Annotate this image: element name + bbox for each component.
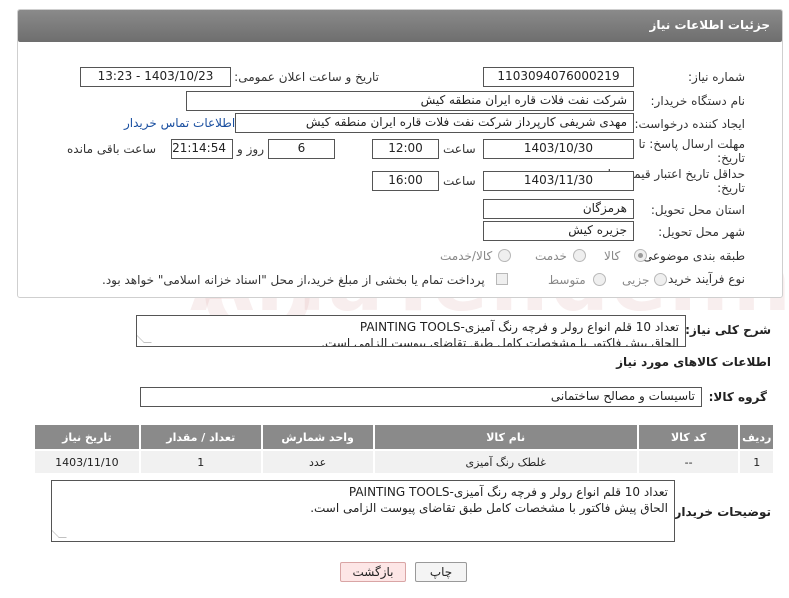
requester-label: ایجاد کننده درخواست: xyxy=(634,117,745,131)
general-description-line2: الحاق پیش فاکتور با مشخصات کامل طبق تقاض… xyxy=(321,336,679,347)
need-number-field[interactable]: 1103094076000219 xyxy=(483,67,634,87)
price-validity-label-date: تاریخ: xyxy=(717,181,745,195)
items-section-title: اطلاعات کالاهای مورد نیاز xyxy=(616,355,771,369)
delivery-province-field[interactable]: هرمزگان xyxy=(483,199,634,219)
reply-deadline-label-date: تاریخ: xyxy=(717,151,745,165)
back-button[interactable]: بازگشت xyxy=(340,562,406,582)
need-number-label: شماره نیاز: xyxy=(688,70,745,84)
purchase-type-radio-medium[interactable] xyxy=(593,273,606,286)
reply-deadline-time-field[interactable]: 12:00 xyxy=(372,139,439,159)
announce-datetime-field[interactable]: 1403/10/23 - 13:23 xyxy=(80,67,231,87)
category-option-goods: کالا xyxy=(604,249,621,263)
reply-deadline-label: مهلت ارسال پاسخ: تا xyxy=(638,137,745,151)
table-row[interactable]: 1 -- غلطک رنگ آمیزی عدد 1 1403/11/10 xyxy=(33,449,775,475)
col-header-name: نام کالا xyxy=(372,423,639,451)
delivery-province-label: استان محل تحویل: xyxy=(650,203,745,217)
remaining-days-field[interactable]: 6 xyxy=(268,139,335,159)
delivery-city-field[interactable]: جزیره کیش xyxy=(483,221,634,241)
cell-row: 1 xyxy=(738,449,775,475)
purchase-type-option-minor: جزیی xyxy=(622,273,650,287)
cell-code: -- xyxy=(636,449,741,475)
print-button[interactable]: چاپ xyxy=(415,562,467,582)
general-description-line1: تعداد 10 قلم انواع رولر و فرچه رنگ آمیزی… xyxy=(359,320,679,334)
remaining-time-field[interactable]: 21:14:54 xyxy=(171,139,233,159)
buyer-contact-link[interactable]: اطلاعات تماس خریدار xyxy=(124,116,235,130)
reply-deadline-date-field[interactable]: 1403/10/30 xyxy=(483,139,634,159)
buyer-notes-label: توضیحات خریدار: xyxy=(669,505,771,519)
general-description-textarea[interactable]: تعداد 10 قلم انواع رولر و فرچه رنگ آمیزی… xyxy=(136,315,686,347)
goods-group-field[interactable]: تاسیسات و مصالح ساختمانی xyxy=(140,387,702,407)
purchase-type-label: نوع فرآیند خرید : xyxy=(660,272,745,286)
announce-datetime-label: تاریخ و ساعت اعلان عمومی: xyxy=(234,70,379,84)
treasury-note: پرداخت تمام یا بخشی از مبلغ خرید،از محل … xyxy=(102,273,485,287)
goods-group-label: گروه کالا: xyxy=(708,390,767,404)
buyer-notes-line2: الحاق پیش فاکتور با مشخصات کامل طبق تقاض… xyxy=(310,501,668,515)
purchase-type-option-medium: متوسط xyxy=(548,273,586,287)
col-header-unit: واحد شمارش xyxy=(260,423,375,451)
category-option-goods-service: کالا/خدمت xyxy=(440,249,493,263)
cell-date: 1403/11/10 xyxy=(33,449,141,475)
items-table-header: ردیف کد کالا نام کالا واحد شمارش تعداد /… xyxy=(33,423,775,451)
buyer-org-field[interactable]: شرکت نفت فلات قاره ایران منطقه کیش xyxy=(186,91,634,111)
page-title: جزئیات اطلاعات نیاز xyxy=(18,10,782,42)
category-radio-service[interactable] xyxy=(573,249,586,262)
col-header-date: تاریخ نیاز xyxy=(33,423,141,451)
reply-deadline-time-label: ساعت xyxy=(443,142,476,156)
treasury-checkbox[interactable] xyxy=(496,273,508,285)
remaining-time-label: ساعت باقی مانده xyxy=(67,142,157,156)
cell-unit: عدد xyxy=(260,449,375,475)
items-table: ردیف کد کالا نام کالا واحد شمارش تعداد /… xyxy=(33,423,775,475)
col-header-quantity: تعداد / مقدار xyxy=(138,423,263,451)
category-radio-goods-service[interactable] xyxy=(498,249,511,262)
requester-field[interactable]: مهدی شریفی کارپرداز شرکت نفت فلات قاره ا… xyxy=(235,113,634,133)
buyer-org-label: نام دستگاه خریدار: xyxy=(650,94,746,108)
price-validity-time-label: ساعت xyxy=(443,174,476,188)
cell-name: غلطک رنگ آمیزی xyxy=(372,449,639,475)
general-description-label: شرح کلی نیاز: xyxy=(685,323,771,337)
category-option-service: خدمت xyxy=(535,249,567,263)
purchase-type-radio-minor[interactable] xyxy=(654,273,667,286)
col-header-code: کد کالا xyxy=(636,423,741,451)
resize-grip-icon[interactable] xyxy=(52,530,67,538)
price-validity-time-field[interactable]: 16:00 xyxy=(372,171,439,191)
buyer-notes-textarea[interactable]: تعداد 10 قلم انواع رولر و فرچه رنگ آمیزی… xyxy=(51,480,675,542)
delivery-city-label: شهر محل تحویل: xyxy=(658,225,745,239)
col-header-row: ردیف xyxy=(738,423,775,451)
price-validity-date-field[interactable]: 1403/11/30 xyxy=(483,171,634,191)
category-label: طبقه بندی موضوعی: xyxy=(638,249,745,263)
buyer-notes-line1: تعداد 10 قلم انواع رولر و فرچه رنگ آمیزی… xyxy=(348,485,668,499)
remaining-days-label: روز و xyxy=(237,142,264,156)
category-radio-goods[interactable] xyxy=(634,249,647,262)
cell-quantity: 1 xyxy=(138,449,263,475)
